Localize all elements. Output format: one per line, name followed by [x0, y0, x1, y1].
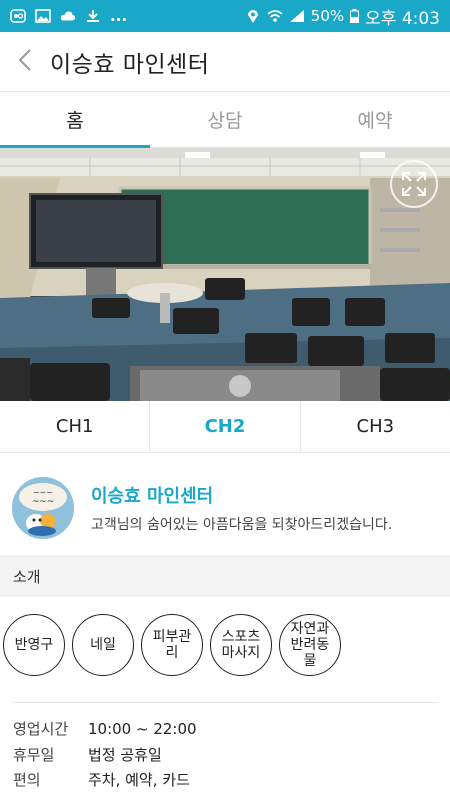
tag-nail[interactable]: 네일 [72, 614, 134, 676]
business-info: 영업시간 10:00 ~ 22:00 휴무일 법정 공휴일 편의 주차, 예약,… [13, 716, 443, 793]
info-value: 주차, 예약, 카드 [88, 771, 190, 790]
tag-nature-pets[interactable]: 자연과 반려동 물 [279, 614, 341, 676]
tab-home[interactable]: 홈 [0, 92, 150, 148]
svg-text:~~~: ~~~ [32, 497, 55, 507]
tag-semi-permanent[interactable]: 반영구 [3, 614, 65, 676]
info-value: 법정 공휴일 [88, 745, 162, 764]
business-description: 고객님의 숨어있는 아픔다움을 되찾아드리겠습니다. [91, 516, 393, 533]
clock: 오후 4:03 [365, 8, 440, 29]
back-button[interactable] [0, 32, 50, 92]
status-bar: ... 50% 오후 4:03 [0, 0, 450, 32]
wifi-icon [267, 9, 283, 23]
location-icon [245, 9, 261, 23]
channel-selector: CH1 CH2 CH3 [0, 401, 450, 453]
signal-icon [289, 9, 305, 23]
tab-bar: 홈 상담 예약 [0, 92, 450, 148]
business-name: 이승효 마인센터 [91, 485, 214, 507]
channel-button-1[interactable]: CH1 [0, 401, 151, 452]
tab-consult[interactable]: 상담 [150, 92, 300, 147]
tab-reservation[interactable]: 예약 [300, 92, 450, 147]
info-row-hours: 영업시간 10:00 ~ 22:00 [13, 716, 443, 742]
app-bar: 이승효 마인센터 [0, 32, 450, 92]
connection-icon [10, 9, 26, 23]
business-profile: ~~~ ~~~ 이승효 마인센터 고객님의 숨어있는 아픔다움을 되찾아드리겠습… [0, 465, 450, 550]
info-row-amenities: 편의 주차, 예약, 카드 [13, 767, 443, 793]
service-tags: 반영구 네일 피부관 리 스포츠 마사지 자연과 반려동 물 [3, 614, 341, 676]
channel-button-3[interactable]: CH3 [301, 401, 450, 452]
page-title: 이승효 마인센터 [50, 51, 210, 78]
info-row-holiday: 휴무일 법정 공휴일 [13, 742, 443, 768]
camera-feed[interactable] [0, 148, 450, 401]
battery-icon [350, 9, 360, 23]
divider [12, 702, 438, 703]
chevron-left-icon [18, 48, 32, 76]
status-overflow: ... [110, 7, 128, 25]
fullscreen-button[interactable] [390, 160, 438, 208]
info-value: 10:00 ~ 22:00 [88, 719, 197, 738]
image-icon [35, 9, 51, 23]
info-key: 편의 [13, 771, 41, 790]
expand-icon [401, 171, 427, 197]
section-header-intro: 소개 [0, 555, 450, 597]
avatar: ~~~ ~~~ [12, 476, 74, 539]
tag-sports-massage[interactable]: 스포츠 마사지 [210, 614, 272, 676]
battery-percent: 50% [310, 7, 345, 25]
tag-skin-care[interactable]: 피부관 리 [141, 614, 203, 676]
info-key: 영업시간 [13, 720, 69, 739]
download-icon [85, 9, 101, 23]
camera-image [0, 148, 450, 401]
info-key: 휴무일 [13, 745, 55, 764]
channel-button-2[interactable]: CH2 [150, 401, 301, 452]
cloud-icon [60, 9, 76, 23]
svg-text:~~~: ~~~ [33, 488, 53, 497]
